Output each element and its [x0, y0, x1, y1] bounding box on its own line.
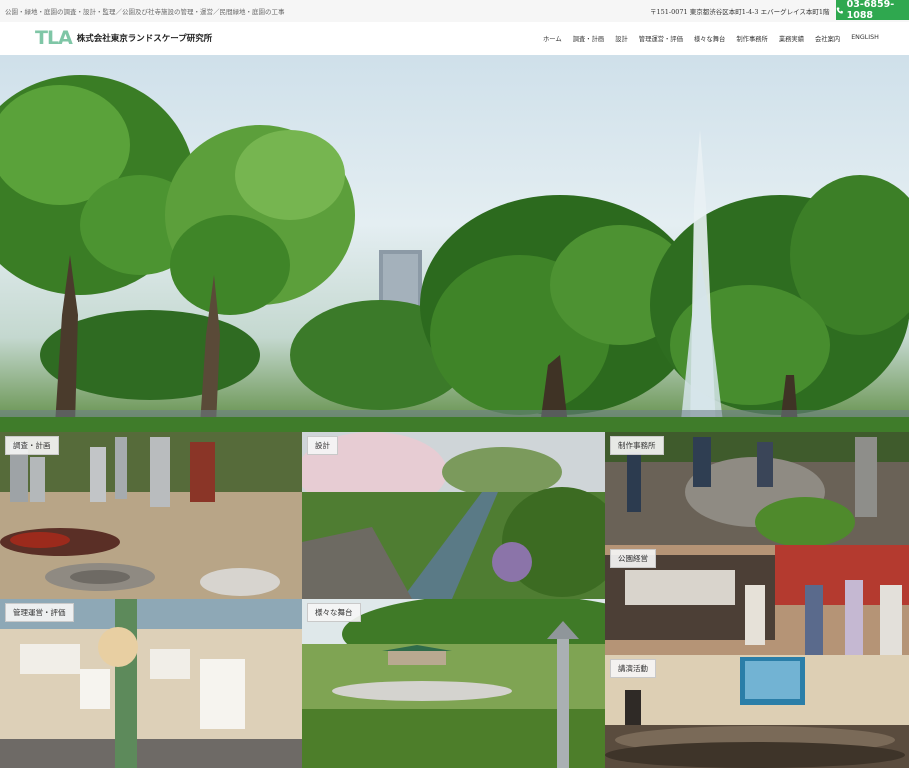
- nav-production-office[interactable]: 制作事務所: [736, 34, 767, 43]
- main-navbar: TLA 株式会社東京ランドスケープ研究所 ホーム 調査・計画 設計 管理運営・評…: [0, 22, 909, 56]
- tile-label: 設計: [307, 436, 338, 455]
- company-logo[interactable]: TLA 株式会社東京ランドスケープ研究所: [35, 28, 212, 48]
- nav-english[interactable]: ENGLISH: [851, 34, 879, 43]
- design-image: [302, 432, 605, 599]
- tile-label: 管理運営・評価: [5, 603, 74, 622]
- nav-works[interactable]: 業務実績: [779, 34, 804, 43]
- top-bar: 公園・緑地・庭園の調査・設計・監理／公園及び社寺施設の管理・運営／民間緑地・庭園…: [0, 0, 909, 23]
- tile-label: 調査・計画: [5, 436, 59, 455]
- tile-design[interactable]: 設計: [302, 432, 605, 599]
- phone-icon: [836, 6, 843, 14]
- nav-menu: ホーム 調査・計画 設計 管理運営・評価 様々な舞台 制作事務所 業務実績 会社…: [543, 34, 879, 43]
- tile-label: 様々な舞台: [307, 603, 361, 622]
- phone-number: 03-6859-1088: [846, 0, 895, 21]
- tile-production-office[interactable]: 制作事務所: [605, 432, 909, 545]
- nav-home[interactable]: ホーム: [543, 34, 562, 43]
- nav-company[interactable]: 会社案内: [815, 34, 840, 43]
- hero-image: [0, 75, 909, 432]
- tile-label: 講演活動: [610, 659, 656, 678]
- tile-management-evaluation[interactable]: 管理運営・評価: [0, 599, 302, 768]
- nav-management[interactable]: 管理運営・評価: [639, 34, 683, 43]
- company-name: 株式会社東京ランドスケープ研究所: [76, 34, 213, 44]
- phone-button[interactable]: 03-6859-1088: [836, 0, 909, 21]
- management-evaluation-image: [0, 599, 302, 768]
- tagline: 公園・緑地・庭園の調査・設計・監理／公園及び社寺施設の管理・運営／民間緑地・庭園…: [5, 8, 285, 16]
- nav-stages[interactable]: 様々な舞台: [694, 34, 725, 43]
- nav-survey-planning[interactable]: 調査・計画: [573, 34, 604, 43]
- tile-lectures[interactable]: 講演活動: [605, 655, 909, 768]
- tile-label: 公園経営: [610, 549, 656, 568]
- tile-park-management[interactable]: 公園経営: [605, 545, 909, 655]
- logo-mark: TLA: [35, 27, 73, 49]
- hero-slider: [0, 55, 909, 432]
- nav-design[interactable]: 設計: [615, 34, 628, 43]
- various-stages-image: [302, 599, 605, 768]
- survey-planning-image: [0, 432, 302, 599]
- tile-various-stages[interactable]: 様々な舞台: [302, 599, 605, 768]
- tile-survey-planning[interactable]: 調査・計画: [0, 432, 302, 599]
- company-address: 〒151-0071 東京都渋谷区本町1-4-3 エバーグレイス本町1階: [650, 8, 830, 16]
- tile-label: 制作事務所: [610, 436, 664, 455]
